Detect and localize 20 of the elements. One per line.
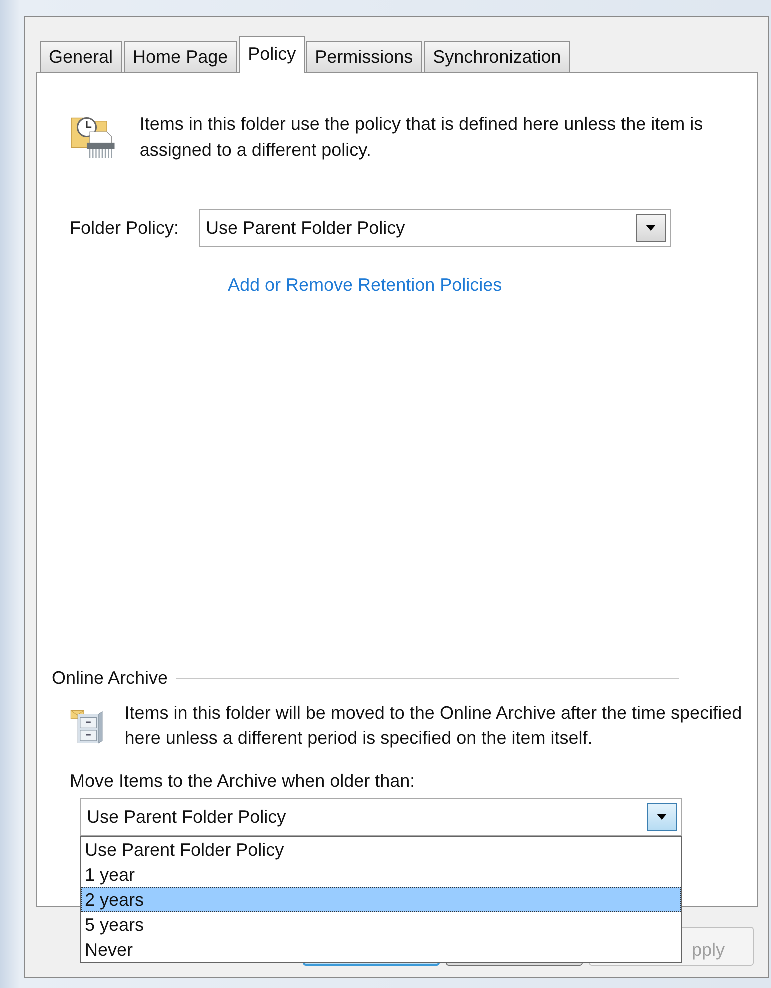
- dropdown-option[interactable]: Use Parent Folder Policy: [81, 837, 681, 862]
- archive-age-dropdown[interactable]: Use Parent Folder Policy: [80, 798, 682, 836]
- dropdown-option[interactable]: 5 years: [81, 912, 681, 937]
- tab[interactable]: Policy: [239, 36, 306, 73]
- archive-description: Items in this folder will be moved to the Online Archive after the time specified here unless a different period is specified on the item itself.: [124, 702, 744, 750]
- dropdown-option[interactable]: 2 years: [81, 887, 681, 912]
- folder-policy-dropdown[interactable]: Use Parent Folder Policy: [199, 209, 672, 247]
- field-label: Folder Policy:: [70, 218, 180, 238]
- dropdown-option[interactable]: Never: [81, 937, 681, 962]
- tab[interactable]: Permissions: [306, 41, 422, 72]
- retention-policies-link[interactable]: Add or Remove Retention Policies: [228, 275, 502, 296]
- caret-icon: [657, 814, 667, 820]
- caret-icon: [646, 225, 656, 231]
- group-title: Online Archive: [52, 668, 168, 689]
- field-label: Move Items to the Archive when older than:: [70, 771, 416, 792]
- tab[interactable]: Home Page: [124, 41, 238, 72]
- tab[interactable]: Synchronization: [424, 41, 570, 72]
- policy-description: Items in this folder use the policy that is defined here unless the item is assigned to a different policy.: [140, 113, 704, 162]
- dropdown-option[interactable]: 1 year: [81, 862, 681, 887]
- tab[interactable]: General: [40, 41, 122, 72]
